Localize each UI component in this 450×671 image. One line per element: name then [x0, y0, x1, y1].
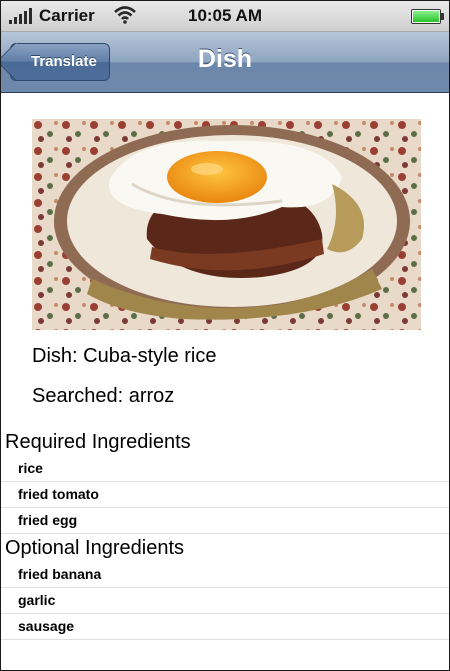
ingredient-row[interactable]: fried tomato — [1, 482, 449, 508]
ingredient-row[interactable]: sausage — [1, 614, 449, 640]
navigation-bar: Translate Dish — [1, 32, 449, 93]
screen: Carrier 10:05 AM Translate Dish Dish: Cu… — [0, 0, 450, 671]
searched-term: Searched: arroz — [32, 385, 175, 407]
battery-icon — [411, 9, 444, 24]
ingredient-name: rice — [18, 460, 43, 476]
ingredient-row[interactable]: rice — [1, 456, 449, 482]
dish-name: Dish: Cuba-style rice — [32, 345, 217, 367]
ingredient-row[interactable]: garlic — [1, 588, 449, 614]
dish-photo — [32, 119, 421, 330]
status-bar: Carrier 10:05 AM — [1, 1, 449, 32]
optional-ingredients-header: Optional Ingredients — [5, 537, 185, 559]
status-time: 10:05 AM — [187, 6, 262, 25]
required-ingredients-header: Required Ingredients — [5, 431, 191, 453]
ingredient-row[interactable]: fried egg — [1, 508, 449, 534]
ingredient-name: sausage — [18, 618, 75, 634]
ingredient-name: fried egg — [18, 512, 78, 528]
ingredient-row[interactable]: fried banana — [1, 562, 449, 588]
ingredient-name: fried banana — [18, 566, 102, 582]
ingredient-name: fried tomato — [18, 486, 99, 502]
ingredient-name: garlic — [18, 592, 56, 608]
back-button-label: Translate — [31, 53, 97, 70]
